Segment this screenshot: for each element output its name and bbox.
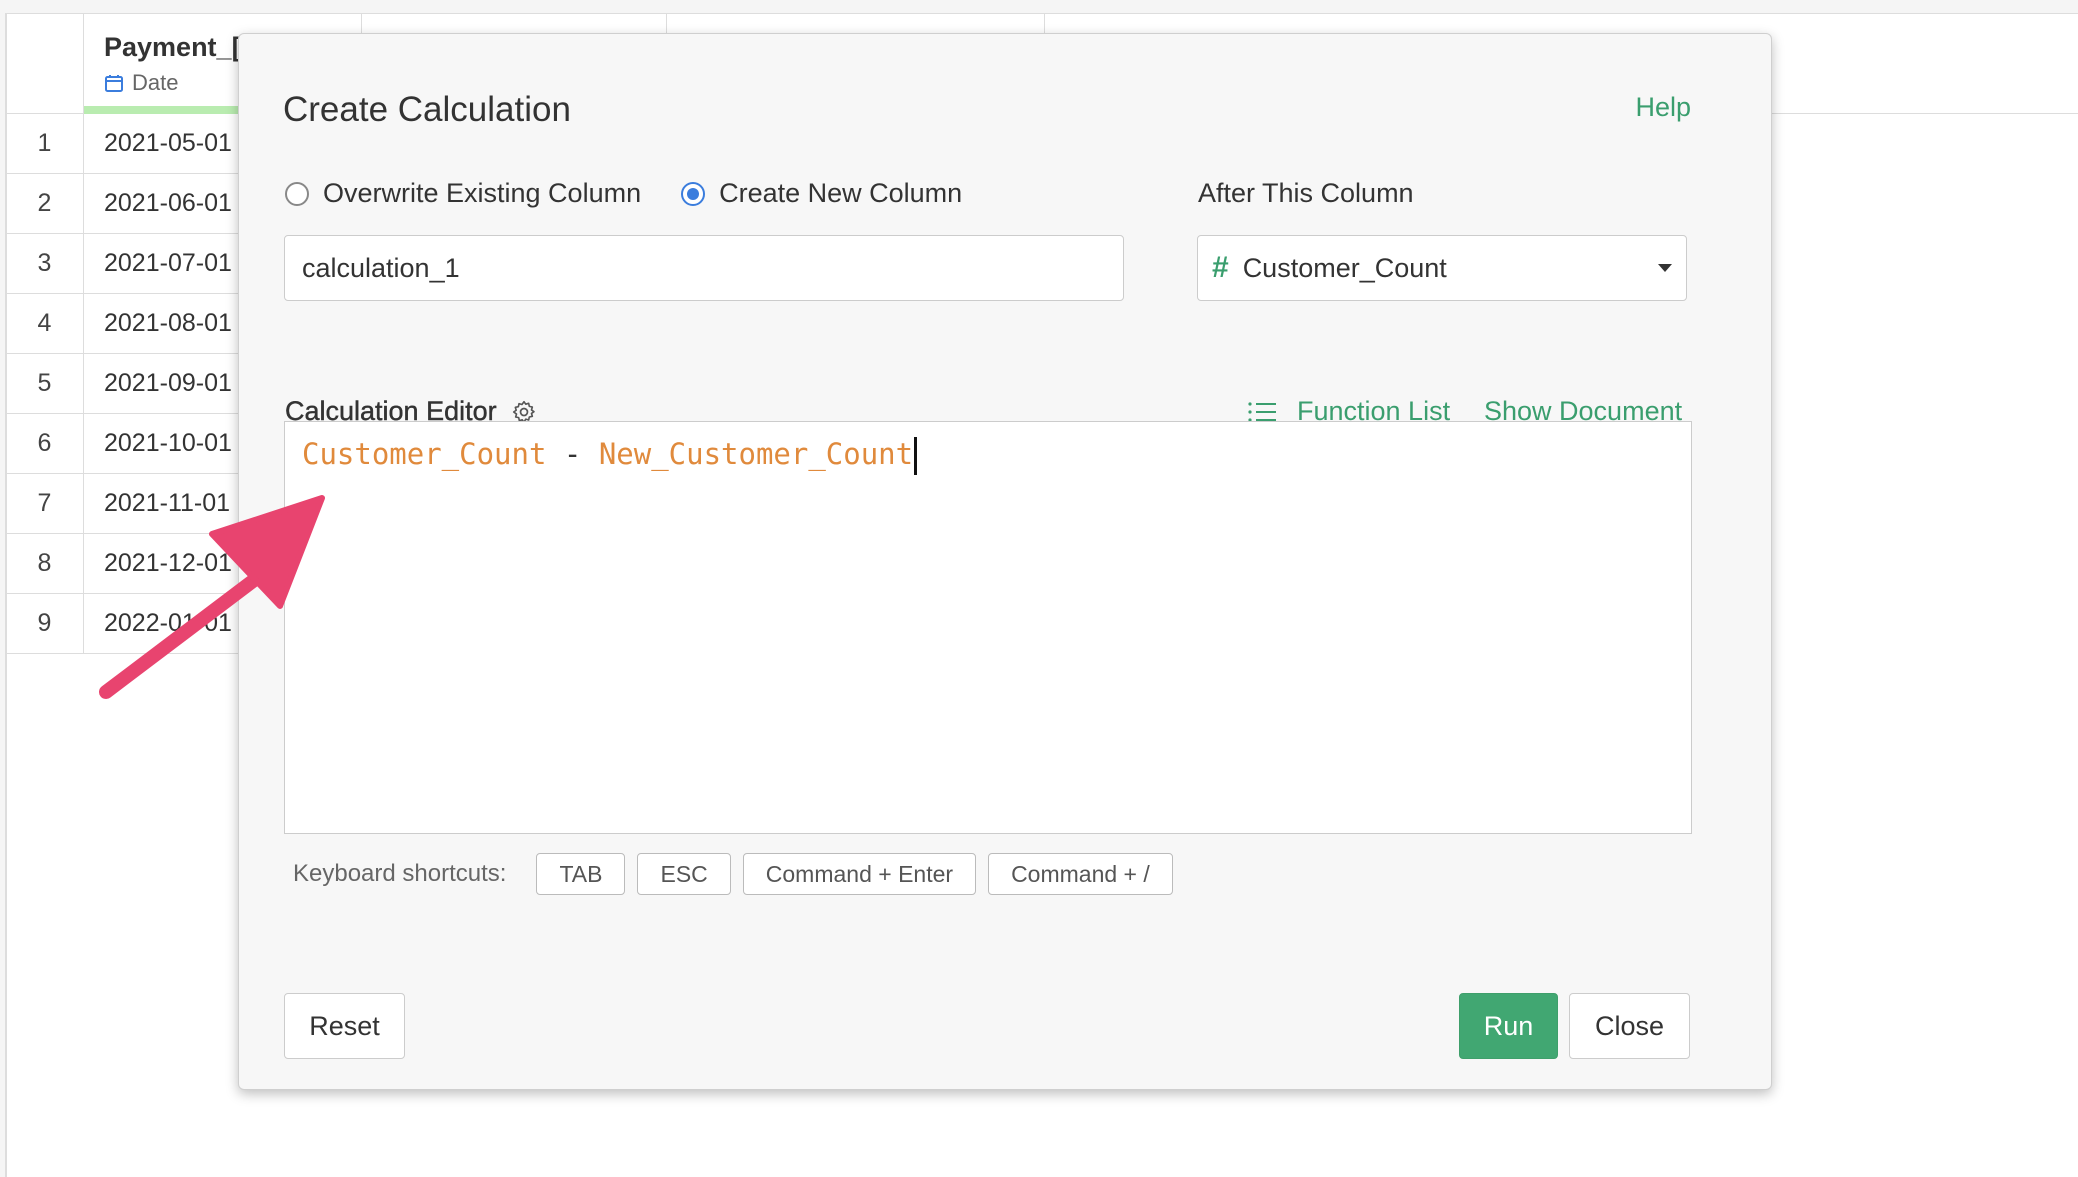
row-number: 2 — [6, 174, 84, 233]
create-new-column-radio[interactable]: Create New Column — [681, 178, 962, 209]
keyboard-shortcuts-label: Keyboard shortcuts: — [293, 860, 507, 887]
table-row: 9 2022-01-01 — [6, 594, 246, 654]
row-number-header — [6, 14, 84, 113]
run-button[interactable]: Run — [1459, 993, 1558, 1059]
radio-label: Overwrite Existing Column — [323, 178, 642, 208]
cell-value: 2021-07-01 — [104, 249, 232, 277]
table-row: 5 2021-09-01 — [6, 354, 246, 414]
row-number: 1 — [6, 114, 84, 173]
table-row: 4 2021-08-01 — [6, 294, 246, 354]
text-cursor — [914, 437, 918, 475]
radio-checked-icon — [681, 181, 706, 206]
after-column-label: After This Column — [1198, 178, 1414, 208]
list-icon — [1248, 401, 1276, 422]
operator-token: - — [546, 437, 599, 471]
field-token: Customer_Count — [302, 437, 547, 471]
row-number: 5 — [6, 354, 84, 413]
table-row: 3 2021-07-01 — [6, 234, 246, 294]
field-token: New_Customer_Count — [598, 437, 914, 471]
cell-value: 2021-06-01 — [104, 189, 232, 217]
column-title: Payment_[ — [104, 32, 241, 62]
cell-value: 2021-12-01 — [104, 549, 232, 577]
column-mode-options: Overwrite Existing Column Create New Col… — [285, 178, 1002, 209]
radio-unchecked-icon — [285, 181, 309, 206]
help-link[interactable]: Help — [1635, 92, 1691, 123]
close-button[interactable]: Close — [1569, 993, 1690, 1059]
column-quality-bar — [84, 106, 244, 114]
cell-value: 2022-01-01 — [104, 609, 232, 637]
cell-value: 2021-11-01 — [104, 489, 231, 517]
column-type-label: Date — [132, 70, 179, 95]
table-row: 6 2021-10-01 — [6, 414, 246, 474]
table-row: 8 2021-12-01 — [6, 534, 246, 594]
calendar-icon — [105, 75, 123, 92]
table-row: 2 2021-06-01 — [6, 174, 246, 234]
row-number: 4 — [6, 294, 84, 353]
table-row: 7 2021-11-01 — [6, 474, 246, 534]
row-number: 7 — [6, 474, 84, 533]
create-calculation-dialog: Create Calculation Help Overwrite Existi… — [238, 33, 1772, 1090]
cell-value: 2021-10-01 — [104, 429, 232, 457]
expression-line: Customer_Count - New_Customer_Count — [302, 432, 918, 476]
cell-value: 2021-05-01 — [104, 129, 232, 157]
after-column-value: Customer_Count — [1242, 252, 1447, 283]
calculation-editor[interactable]: Customer_Count - New_Customer_Count — [284, 421, 1692, 834]
shortcut-command-slash-key[interactable]: Command + / — [988, 853, 1173, 895]
after-column-select[interactable]: # Customer_Count — [1197, 235, 1687, 301]
cell-value: 2021-09-01 — [104, 369, 232, 397]
reset-button[interactable]: Reset — [284, 993, 405, 1059]
numeric-hash-icon: # — [1212, 251, 1229, 284]
shortcut-command-enter-key[interactable]: Command + Enter — [742, 853, 977, 895]
column-type: Date — [104, 70, 178, 96]
new-column-name-input[interactable] — [284, 235, 1124, 301]
row-number: 8 — [6, 534, 84, 593]
chevron-down-icon — [1658, 264, 1672, 272]
shortcut-esc-key[interactable]: ESC — [637, 853, 731, 895]
overwrite-existing-column-radio[interactable]: Overwrite Existing Column — [285, 178, 641, 209]
table-row: 1 2021-05-01 — [6, 114, 246, 174]
row-number: 6 — [6, 414, 84, 473]
dialog-title: Create Calculation — [283, 90, 571, 129]
keyboard-shortcuts: Keyboard shortcuts: TAB ESC Command + En… — [293, 853, 1185, 895]
radio-label: Create New Column — [719, 178, 963, 208]
cell-value: 2021-08-01 — [104, 309, 232, 337]
row-number: 9 — [6, 594, 84, 653]
shortcut-tab-key[interactable]: TAB — [536, 853, 626, 895]
row-number: 3 — [6, 234, 84, 293]
